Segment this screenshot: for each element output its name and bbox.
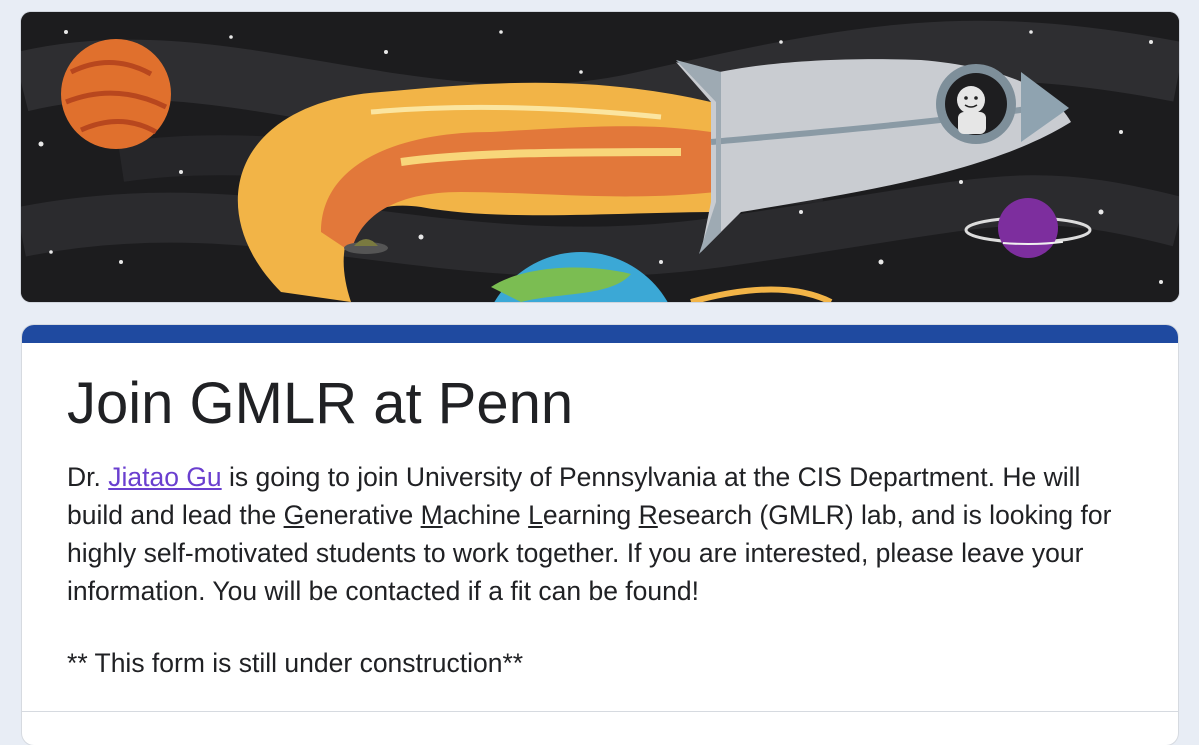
construction-note: ** This form is still under construction… xyxy=(67,647,524,678)
underlined-initial: R xyxy=(638,499,658,530)
description-text: Dr. xyxy=(67,461,109,492)
form-title: Join GMLR at Penn xyxy=(67,371,574,436)
underlined-initial: G xyxy=(283,499,305,530)
description-text: achine xyxy=(442,499,529,530)
underlined-initial: L xyxy=(528,499,543,530)
description-text: earning xyxy=(542,499,639,530)
card-accent-bar xyxy=(22,325,1178,343)
form-description: Dr. Jiatao Gu is going to join Universit… xyxy=(67,458,1118,610)
rocket-space-illustration-icon xyxy=(21,12,1179,302)
description-text: enerative xyxy=(304,499,421,530)
section-divider xyxy=(22,711,1178,712)
underlined-initial: M xyxy=(420,499,443,530)
form-header-card: Join GMLR at Penn Dr. Jiatao Gu is going… xyxy=(22,325,1178,745)
jiatao-gu-link[interactable]: Jiatao Gu xyxy=(108,462,221,492)
header-banner xyxy=(21,12,1179,302)
